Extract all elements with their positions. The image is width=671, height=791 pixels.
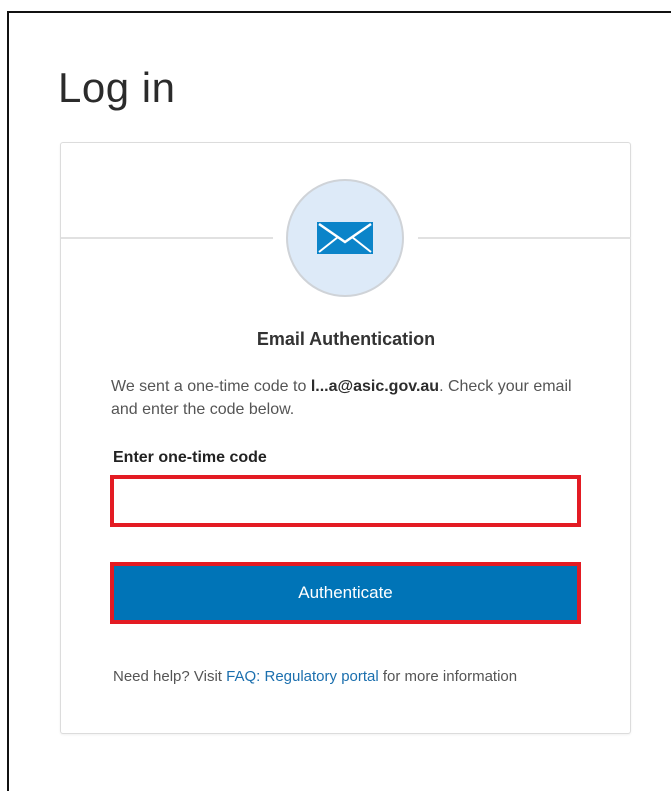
envelope-icon-badge (286, 179, 404, 297)
masked-email: l...a@asic.gov.au (310, 378, 440, 395)
message-prefix: We sent a one-time code to (111, 378, 311, 395)
auth-heading: Email Authentication (256, 329, 436, 349)
divider-left (61, 237, 273, 239)
code-label: Enter one-time code (113, 449, 267, 466)
one-time-code-input[interactable] (110, 475, 581, 527)
faq-link[interactable]: FAQ: Regulatory portal (226, 668, 379, 685)
divider-right (418, 237, 631, 239)
authenticate-button[interactable]: Authenticate (110, 562, 581, 624)
help-prefix: Need help? Visit (113, 668, 227, 685)
page-title: Log in (58, 64, 176, 111)
login-card: Email Authentication We sent a one-time … (60, 142, 631, 734)
help-text: Need help? Visit FAQ: Regulatory portal … (113, 665, 563, 688)
instructions-text: We sent a one-time code to l...a@asic.go… (111, 375, 581, 421)
help-suffix: for more information (378, 668, 518, 685)
envelope-icon (317, 222, 373, 254)
